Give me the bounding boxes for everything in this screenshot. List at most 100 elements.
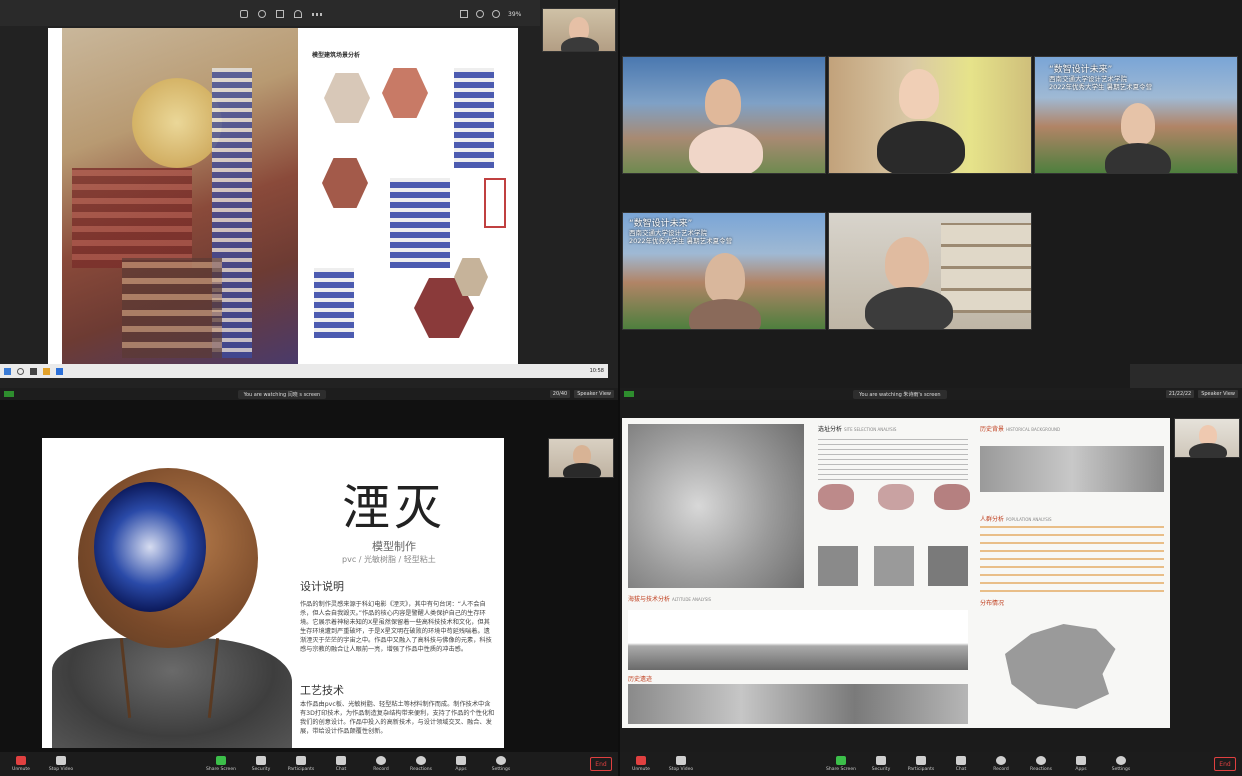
- apps-icon: [1076, 756, 1086, 765]
- section-heading: 选址分析 SITE SELECTION ANALYSIS: [818, 426, 897, 433]
- collage-image: [62, 28, 298, 364]
- video-caption: “数智设计未来” 西南交通大学设计艺术学院 2022年优秀大学生 暑期艺术夏令营: [1049, 65, 1153, 91]
- zoom-out-icon[interactable]: [476, 10, 484, 18]
- share-icon: [216, 756, 226, 765]
- delete-icon[interactable]: [276, 10, 284, 18]
- security-button[interactable]: Security: [866, 756, 896, 772]
- apps-button[interactable]: Apps: [446, 756, 476, 772]
- fit-icon[interactable]: [460, 10, 468, 18]
- panel-title: 模型建筑场景分析: [312, 52, 361, 59]
- participant-video: [828, 56, 1032, 174]
- share-screen-button[interactable]: Share Screen: [826, 756, 856, 772]
- shared-slide: 湮灭 模型制作 pvc / 光敏树脂 / 轻型粘土 设计说明 作品的制作灵感来源…: [42, 438, 504, 748]
- participants-button[interactable]: Participants: [906, 756, 936, 772]
- record-icon: [376, 756, 386, 765]
- pen-icon[interactable]: [240, 10, 248, 18]
- section-heading: 历史背景 HISTORICAL BACKGROUND: [980, 426, 1061, 433]
- shield-icon: [876, 756, 886, 765]
- settings-button[interactable]: Settings: [1106, 756, 1136, 772]
- slide-subtitle: 模型制作: [372, 540, 416, 553]
- unmute-button[interactable]: Unmute: [626, 756, 656, 772]
- camera-icon: [676, 756, 686, 765]
- section-heading: 工艺技术: [300, 684, 344, 697]
- toolbar-icons: [240, 10, 322, 18]
- stop-video-button[interactable]: Stop Video: [666, 756, 696, 772]
- app-icon[interactable]: [43, 367, 50, 375]
- page-count: 20/40: [549, 390, 571, 398]
- chat-button[interactable]: Chat: [946, 756, 976, 772]
- apps-icon: [456, 756, 466, 765]
- tile-bottom-right: You are watching 朱诗雨's screen 21/22/22 S…: [620, 388, 1242, 776]
- signal-icon: [4, 391, 14, 397]
- zoom-controls: 39%: [460, 10, 521, 18]
- participant-video: “数智设计未来” 西南交通大学设计艺术学院 2022年优秀大学生 暑期艺术夏令营: [622, 212, 826, 330]
- shield-icon: [256, 756, 266, 765]
- participant-video: “数智设计未来” 西南交通大学设计艺术学院 2022年优秀大学生 暑期艺术夏令营: [1034, 56, 1238, 174]
- windows-icon[interactable]: [4, 367, 11, 375]
- shared-slide: 模型建筑场景分析: [48, 28, 518, 364]
- share-screen-button[interactable]: Share Screen: [206, 756, 236, 772]
- end-button[interactable]: End: [590, 757, 612, 771]
- page-count: 21/22/22: [1165, 390, 1195, 398]
- chat-button[interactable]: Chat: [326, 756, 356, 772]
- smile-icon: [1036, 756, 1046, 765]
- tile-top-right: “数智设计未来” 西南交通大学设计艺术学院 2022年优秀大学生 暑期艺术夏令营…: [620, 0, 1242, 388]
- gear-icon: [1116, 756, 1126, 765]
- zoom-in-icon[interactable]: [492, 10, 500, 18]
- artwork-image: [42, 438, 292, 748]
- slide-material: pvc / 光敏树脂 / 轻型粘土: [342, 555, 436, 564]
- clock: 10:58: [589, 368, 604, 374]
- speaker-view-button[interactable]: Speaker View: [1198, 390, 1238, 398]
- video-thumbnail: [542, 8, 616, 52]
- participant-video: [622, 56, 826, 174]
- apps-button[interactable]: Apps: [1066, 756, 1096, 772]
- heart-icon[interactable]: [294, 10, 302, 18]
- zoom-level: 39%: [508, 10, 522, 18]
- stop-video-button[interactable]: Stop Video: [46, 756, 76, 772]
- reactions-button[interactable]: Reactions: [1026, 756, 1056, 772]
- reactions-button[interactable]: Reactions: [406, 756, 436, 772]
- mic-muted-icon: [16, 756, 26, 765]
- meeting-controls: Unmute Stop Video Share Screen Security …: [0, 752, 618, 776]
- section-body: 作品的制作灵感来源于科幻电影《湮灭》，其中有句台词：“人不会自杀，但人会自我毁灭…: [300, 601, 492, 653]
- slide-title: 湮灭: [342, 480, 447, 536]
- camera-icon: [56, 756, 66, 765]
- people-icon: [296, 756, 306, 765]
- speaker-view-button[interactable]: Speaker View: [574, 390, 614, 398]
- search-icon[interactable]: [17, 367, 24, 375]
- video-thumbnail: [548, 438, 614, 478]
- china-map: [1005, 624, 1116, 709]
- shared-slide: 选址分析 SITE SELECTION ANALYSIS 历史背景 HISTOR…: [622, 418, 1170, 728]
- unmute-button[interactable]: Unmute: [6, 756, 36, 772]
- more-icon[interactable]: [312, 13, 322, 16]
- security-button[interactable]: Security: [246, 756, 276, 772]
- section-heading: 海拔与技术分析 ALTITUDE ANALYSIS: [628, 596, 712, 603]
- end-button[interactable]: End: [1214, 757, 1236, 771]
- watching-label: You are watching 闫晓 s screen: [237, 389, 327, 399]
- chat-icon: [956, 756, 966, 765]
- record-button[interactable]: Record: [366, 756, 396, 772]
- watching-label: You are watching 朱诗雨's screen: [853, 389, 947, 399]
- remote-toolbar: 39%: [0, 0, 540, 26]
- tile-bottom-left: You are watching 闫晓 s screen 20/40 Speak…: [0, 388, 618, 776]
- app-icon[interactable]: [30, 367, 37, 375]
- participants-button[interactable]: Participants: [286, 756, 316, 772]
- app-icon[interactable]: [56, 367, 63, 375]
- section-heading: 人群分析 POPULATION ANALYSIS: [980, 516, 1052, 523]
- watch-bar: You are watching 闫晓 s screen 20/40 Speak…: [0, 388, 618, 400]
- section-body: 本作品由pvc板、光敏树脂、轻型粘土等材料制作而成。制作技术中含有3D打印技术，…: [300, 701, 495, 735]
- signal-icon: [624, 391, 634, 397]
- record-button[interactable]: Record: [986, 756, 1016, 772]
- participant-video: [828, 212, 1032, 330]
- video-thumbnail: [1174, 418, 1240, 458]
- tile-top-left: 39% 模型建筑场景分析 10:58: [0, 0, 618, 388]
- rotate-icon[interactable]: [258, 10, 266, 18]
- bottom-strip: [1130, 364, 1242, 388]
- map-image: [628, 424, 804, 588]
- share-icon: [836, 756, 846, 765]
- chat-icon: [336, 756, 346, 765]
- video-caption: “数智设计未来” 西南交通大学设计艺术学院 2022年优秀大学生 暑期艺术夏令营: [629, 219, 733, 245]
- section-heading: 历史遗迹: [628, 676, 653, 683]
- settings-button[interactable]: Settings: [486, 756, 516, 772]
- mic-muted-icon: [636, 756, 646, 765]
